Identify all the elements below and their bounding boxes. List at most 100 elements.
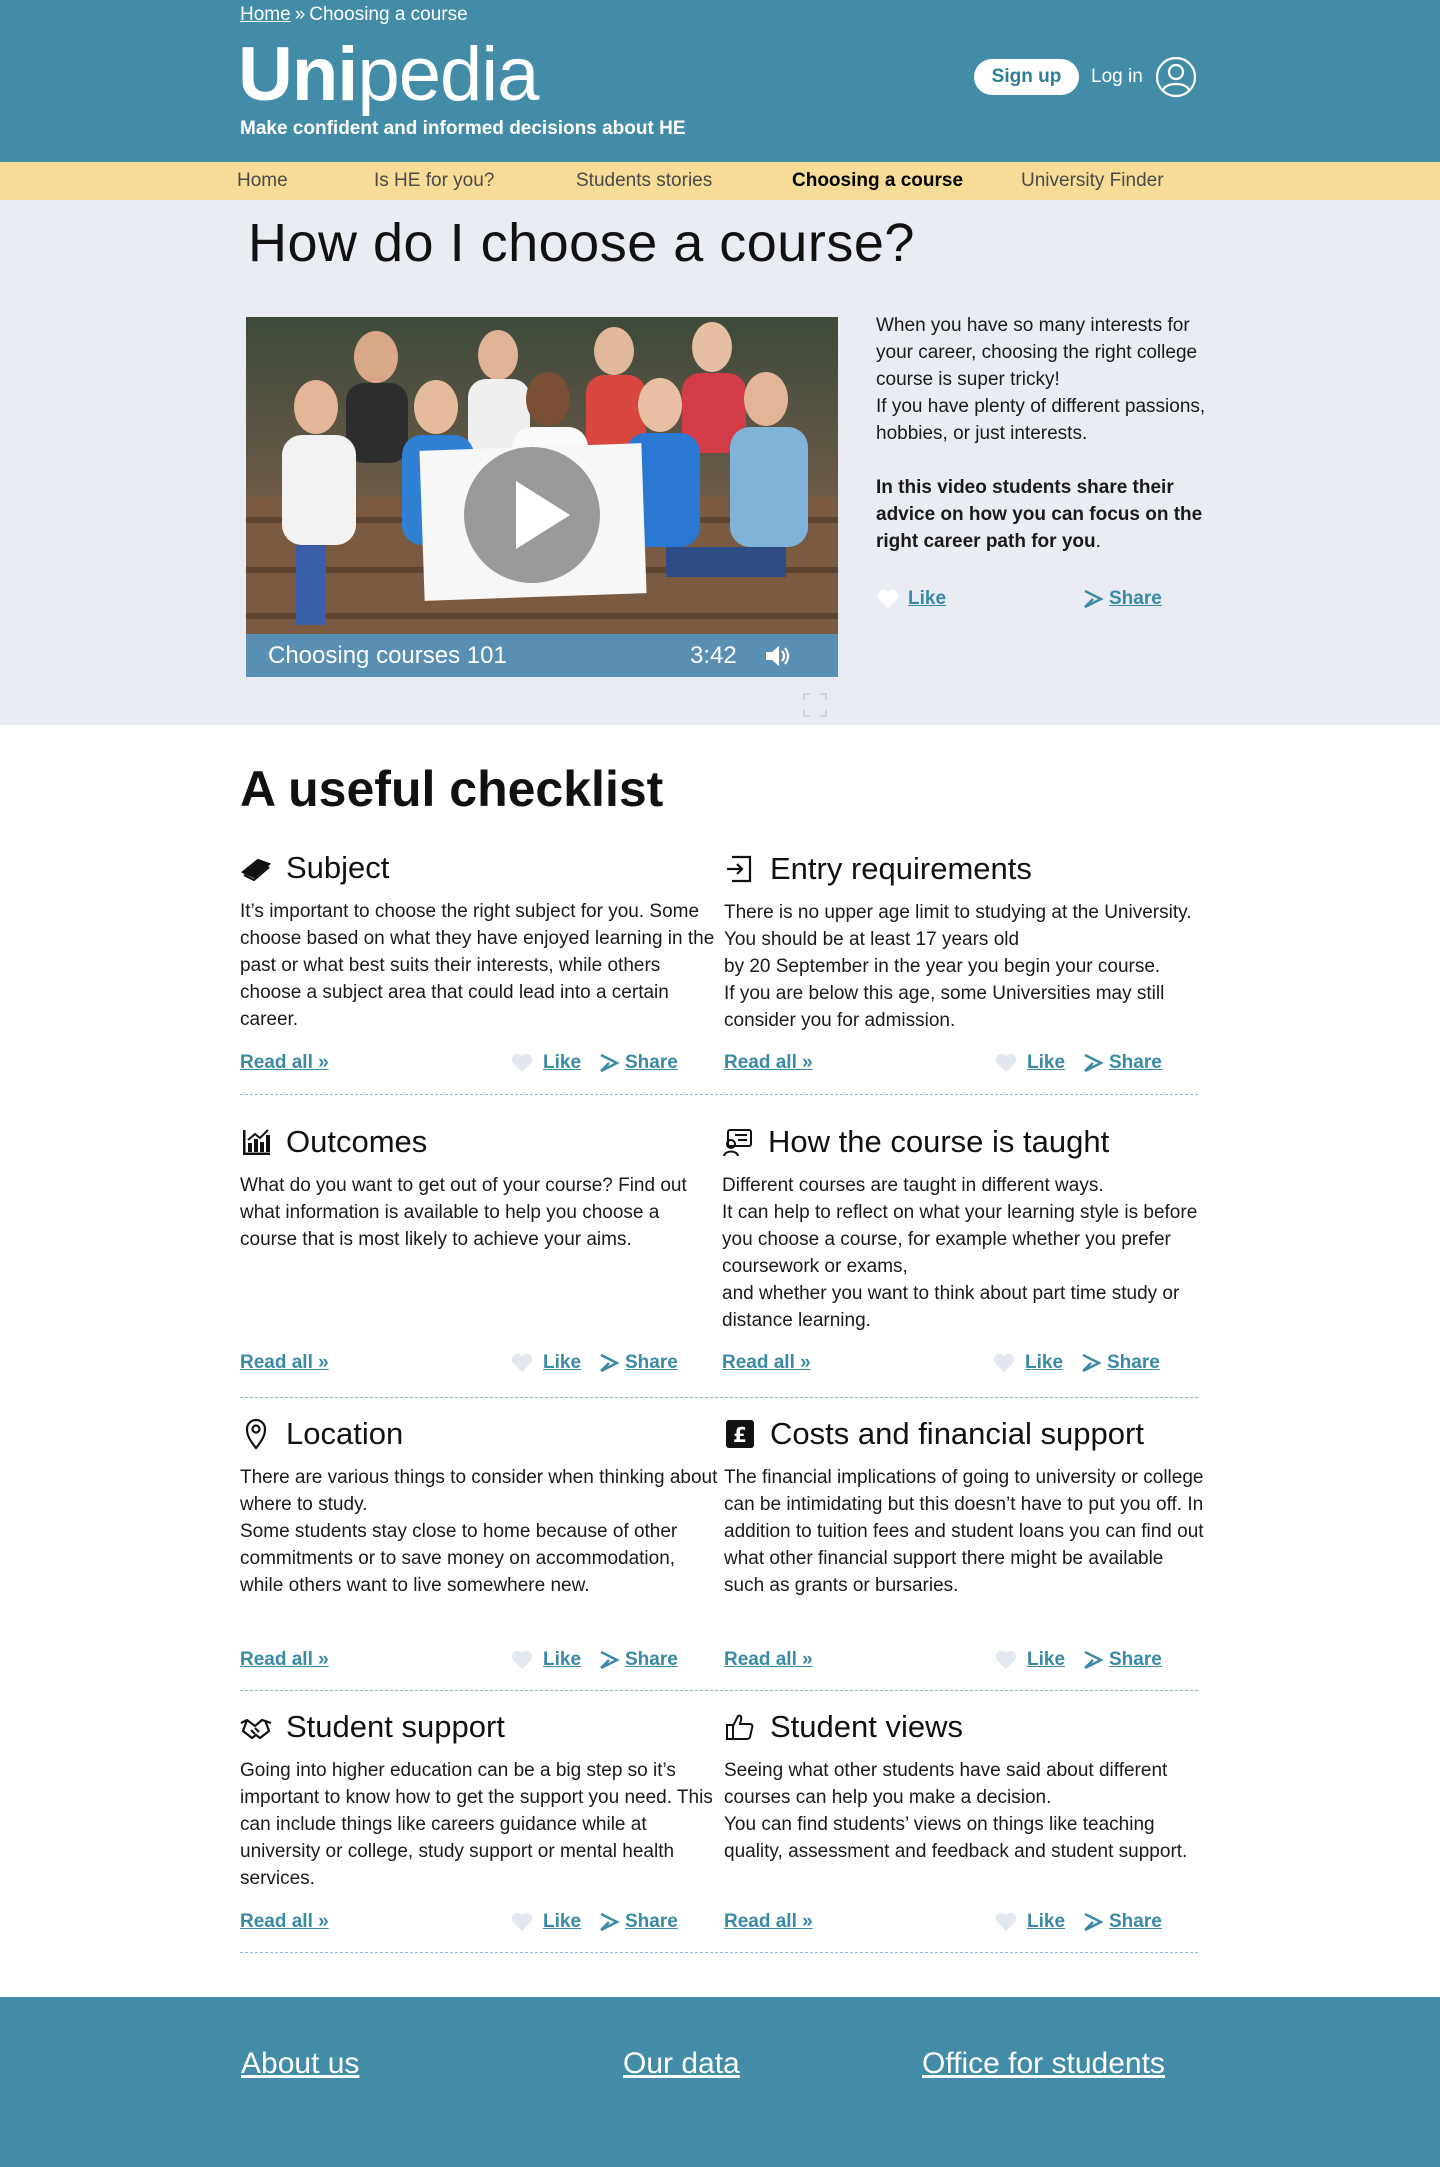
heart-icon[interactable] (510, 1051, 534, 1075)
logo-pedia: pedia (357, 32, 539, 117)
intro-highlight: In this video students share their advic… (876, 474, 1216, 555)
read-all-link[interactable]: Read all » (724, 1646, 813, 1674)
heart-icon[interactable] (994, 1648, 1018, 1672)
card-header: Student views (724, 1707, 1184, 1747)
hero-like-link[interactable]: Like (908, 585, 946, 613)
user-icon[interactable] (1155, 56, 1197, 98)
card-paragraph: and whether you want to think about part… (722, 1283, 1180, 1331)
card-title: Entry requirements (770, 851, 1032, 886)
read-all-link[interactable]: Read all » (724, 1908, 813, 1936)
heart-icon[interactable] (510, 1351, 534, 1375)
like-link[interactable]: Like (1025, 1349, 1063, 1377)
card-body: Different courses are taught in differen… (722, 1172, 1202, 1334)
card-actions-location: Read all » Like Share (240, 1646, 700, 1674)
card-paragraph: The financial implications of going to u… (724, 1467, 1204, 1596)
like-link[interactable]: Like (543, 1049, 581, 1077)
card-paragraph: Different courses are taught in differen… (722, 1175, 1104, 1196)
share-link[interactable]: Share (625, 1646, 678, 1674)
play-icon[interactable] (464, 447, 600, 583)
card-header: Subject (240, 848, 700, 888)
like-link[interactable]: Like (543, 1646, 581, 1674)
checklist-card-subject: Subject It’s important to choose the righ… (240, 848, 714, 1030)
heart-icon[interactable] (994, 1910, 1018, 1934)
unipedia-logo[interactable]: Unipedia (238, 30, 539, 120)
heart-icon[interactable] (510, 1648, 534, 1672)
share-icon[interactable] (1081, 1910, 1105, 1934)
share-icon[interactable] (1079, 1351, 1103, 1375)
share-icon[interactable] (597, 1351, 621, 1375)
hero-share-link[interactable]: Share (1109, 585, 1162, 613)
like-link[interactable]: Like (1027, 1908, 1065, 1936)
breadcrumb-home-link[interactable]: Home (240, 4, 291, 25)
bar-chart-icon (240, 1126, 272, 1158)
hero-actions: Like Share (876, 585, 1216, 615)
share-link[interactable]: Share (1109, 1908, 1162, 1936)
video-control-bar: Choosing courses 101 3:42 (246, 634, 838, 677)
section-divider (240, 1094, 1198, 1095)
sign-up-button[interactable]: Sign up (974, 59, 1079, 95)
card-header: Student support (240, 1707, 700, 1747)
card-paragraph: It’s important to choose the right subje… (240, 901, 715, 1030)
like-link[interactable]: Like (543, 1349, 581, 1377)
heart-icon[interactable] (992, 1351, 1016, 1375)
section-divider (240, 1397, 1198, 1398)
card-paragraph: There are various things to consider whe… (240, 1467, 718, 1515)
volume-icon[interactable] (764, 644, 792, 668)
footer-office-for-students-link[interactable]: Office for students (922, 2047, 1165, 2081)
share-icon[interactable] (1081, 587, 1105, 611)
card-header: £ Costs and financial support (724, 1414, 1184, 1454)
read-all-link[interactable]: Read all » (240, 1646, 329, 1674)
share-link[interactable]: Share (1109, 1646, 1162, 1674)
share-link[interactable]: Share (625, 1349, 678, 1377)
nav-item-choosing-a-course[interactable]: Choosing a course (792, 162, 963, 200)
heart-icon[interactable] (510, 1910, 534, 1934)
share-icon[interactable] (597, 1051, 621, 1075)
read-all-link[interactable]: Read all » (722, 1349, 811, 1377)
intro-paragraph-1: When you have so many interests for your… (876, 315, 1198, 390)
like-link[interactable]: Like (1027, 1049, 1065, 1077)
card-title: Costs and financial support (770, 1416, 1144, 1451)
footer-our-data-link[interactable]: Our data (623, 2047, 740, 2081)
share-link[interactable]: Share (625, 1908, 678, 1936)
card-body: There are various things to consider whe… (240, 1464, 720, 1599)
card-body: Going into higher education can be a big… (240, 1757, 720, 1892)
read-all-link[interactable]: Read all » (240, 1349, 329, 1377)
checklist-card-costs-and-financial-support: £ Costs and financial support The financia… (724, 1414, 1204, 1596)
checklist-card-entry-requirements: Entry requirements There is no upper age … (724, 849, 1192, 1031)
nav-item-is-he-for-you[interactable]: Is HE for you? (374, 162, 494, 200)
video-duration: 3:42 (690, 642, 737, 669)
card-actions-subject: Read all » Like Share (240, 1049, 700, 1077)
like-link[interactable]: Like (1027, 1646, 1065, 1674)
pound-icon: £ (724, 1418, 756, 1450)
nav-item-university-finder[interactable]: University Finder (1021, 162, 1164, 200)
handshake-icon (240, 1711, 272, 1743)
read-all-link[interactable]: Read all » (240, 1049, 329, 1077)
share-link[interactable]: Share (1107, 1349, 1160, 1377)
tagline: Make confident and informed decisions ab… (240, 118, 686, 139)
like-link[interactable]: Like (543, 1908, 581, 1936)
checklist-card-student-support: Student support Going into higher educati… (240, 1707, 713, 1889)
video-title: Choosing courses 101 (268, 642, 507, 669)
card-header: Outcomes (240, 1122, 700, 1162)
svg-text:£: £ (733, 1423, 747, 1447)
share-icon[interactable] (597, 1910, 621, 1934)
heart-icon[interactable] (876, 587, 900, 611)
video-player[interactable]: Choosing courses 101 3:42 (246, 317, 838, 677)
card-paragraph: What do you want to get out of your cour… (240, 1175, 687, 1250)
read-all-link[interactable]: Read all » (240, 1908, 329, 1936)
share-icon[interactable] (1081, 1051, 1105, 1075)
share-link[interactable]: Share (1109, 1049, 1162, 1077)
share-icon[interactable] (597, 1648, 621, 1672)
footer-about-us-link[interactable]: About us (241, 2047, 359, 2081)
share-link[interactable]: Share (625, 1049, 678, 1077)
card-header: How the course is taught (722, 1122, 1182, 1162)
read-all-link[interactable]: Read all » (724, 1049, 813, 1077)
card-paragraph: It can help to reflect on what your lear… (722, 1202, 1198, 1277)
share-icon[interactable] (1081, 1648, 1105, 1672)
nav-item-students-stories[interactable]: Students stories (576, 162, 712, 200)
nav-item-home[interactable]: Home (237, 162, 288, 200)
card-paragraph: Going into higher education can be a big… (240, 1760, 713, 1889)
log-in-link[interactable]: Log in (1091, 64, 1143, 90)
fullscreen-icon[interactable] (802, 692, 828, 718)
heart-icon[interactable] (994, 1051, 1018, 1075)
